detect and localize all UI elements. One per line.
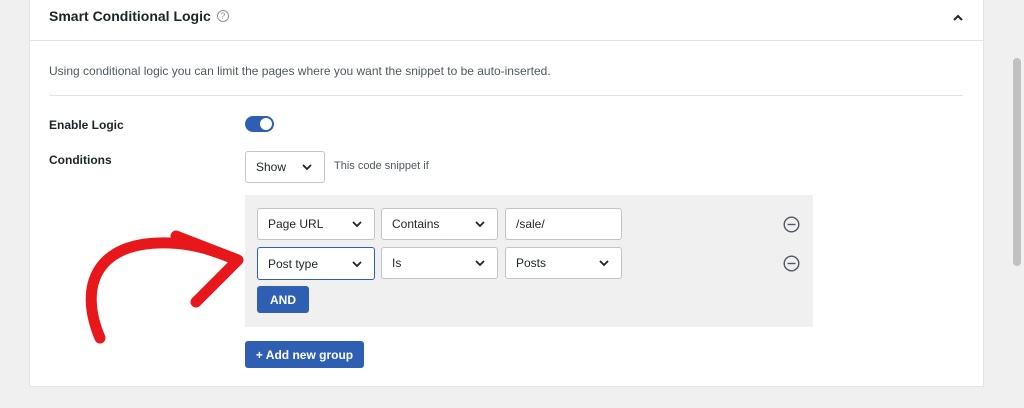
chevron-down-icon	[475, 260, 485, 267]
help-icon[interactable]: ?	[216, 10, 229, 22]
rule-field-value: Post type	[268, 256, 319, 271]
enable-logic-label: Enable Logic	[49, 118, 124, 132]
toggle-knob	[260, 118, 272, 130]
add-new-group-button[interactable]: + Add new group	[245, 341, 364, 368]
chevron-down-icon	[599, 260, 609, 267]
rule-operator-select[interactable]: Is	[381, 247, 498, 279]
show-hide-select-value: Show	[256, 160, 287, 174]
chevron-up-icon[interactable]	[951, 11, 965, 25]
conditions-label: Conditions	[49, 153, 112, 167]
rule-field-select[interactable]: Page URL	[257, 208, 375, 240]
rule-value-input[interactable]: /sale/	[505, 208, 622, 240]
panel-header[interactable]: Smart Conditional Logic ?	[30, 0, 983, 41]
panel-title-text: Smart Conditional Logic	[49, 8, 211, 24]
and-button[interactable]: AND	[257, 286, 309, 313]
enable-logic-toggle[interactable]	[245, 116, 274, 132]
rule-value-value: Posts	[516, 256, 547, 270]
conditions-hint: This code snippet if	[334, 160, 429, 172]
minus-circle-icon[interactable]	[783, 255, 800, 272]
rule-field-value: Page URL	[268, 217, 324, 231]
rule-operator-value: Contains	[392, 217, 440, 231]
rule-field-select[interactable]: Post type	[257, 247, 375, 280]
rule-operator-value: Is	[392, 256, 402, 270]
condition-group: Page URL Contains /sale/ Post type Is Po…	[245, 195, 813, 327]
smart-conditional-logic-panel: Smart Conditional Logic ? Using conditio…	[29, 0, 984, 387]
chevron-down-icon	[352, 260, 362, 267]
scrollbar-thumb[interactable]	[1013, 58, 1021, 266]
rule-operator-select[interactable]: Contains	[381, 208, 498, 240]
show-hide-select[interactable]: Show	[245, 151, 325, 183]
chevron-down-icon	[352, 221, 362, 228]
panel-title: Smart Conditional Logic ?	[49, 8, 229, 24]
chevron-down-icon	[302, 164, 312, 171]
scrollbar[interactable]	[1010, 0, 1024, 408]
minus-circle-icon[interactable]	[783, 216, 800, 233]
divider	[49, 95, 963, 96]
logic-description: Using conditional logic you can limit th…	[49, 64, 551, 78]
rule-value-select[interactable]: Posts	[505, 247, 622, 279]
chevron-down-icon	[475, 221, 485, 228]
